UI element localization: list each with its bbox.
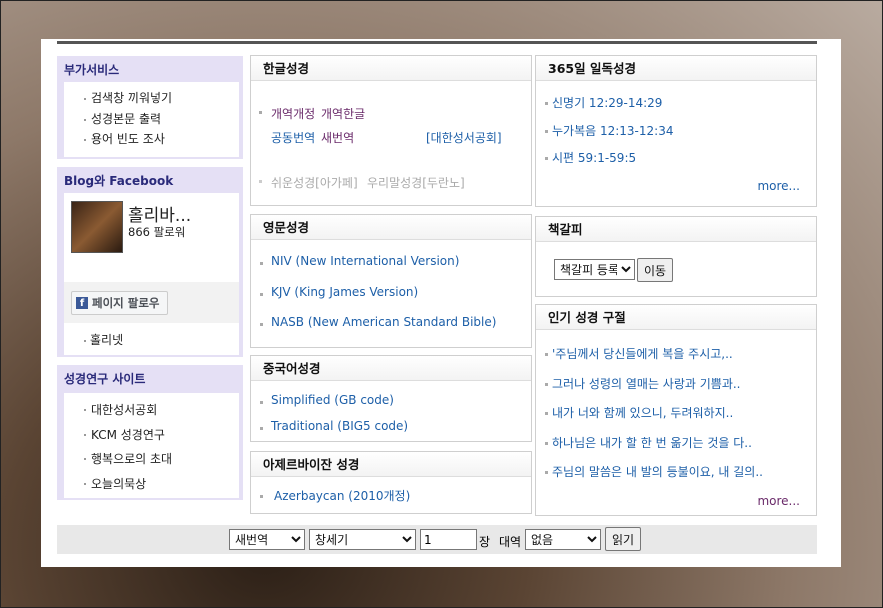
research-item-kcm[interactable]: KCM 성경연구 [64, 424, 239, 449]
blog-facebook-title: Blog와 Facebook [64, 174, 174, 188]
link-kjv[interactable]: KJV (King James Version) [251, 285, 531, 315]
popular-verse-3[interactable]: 내가 너와 함께 있으니, 두려워하지.. [536, 404, 816, 434]
research-sites-title: 성경연구 사이트 [64, 372, 146, 386]
page-avatar[interactable] [71, 201, 123, 253]
facebook-widget: 홀리바... 866 팔로워 [64, 193, 239, 282]
research-item-happiness[interactable]: 행복으로의 초대 [64, 448, 239, 473]
addon-services-box: 부가서비스 검색창 끼워넣기 성경본문 출력 용어 빈도 조사 [57, 56, 243, 159]
compare-select[interactable]: 없음 [525, 529, 601, 550]
bookmark-box: 책갈피 책갈피 등록 이동 [535, 216, 817, 297]
chinese-bible-title: 중국어성경 [251, 356, 531, 381]
daily-reading-more-link[interactable]: more... [757, 179, 800, 193]
addon-item-print[interactable]: 성경본문 출력 [64, 109, 239, 130]
daily-reading-1[interactable]: 신명기 12:29-14:29 [536, 94, 816, 122]
version-select[interactable]: 새번역 [229, 529, 305, 550]
main-panel: 부가서비스 검색창 끼워넣기 성경본문 출력 용어 빈도 조사 Blog와 Fa… [41, 39, 841, 567]
link-nasb[interactable]: NASB (New American Standard Bible) [251, 315, 531, 345]
facebook-icon: f [76, 297, 88, 309]
popular-verses-more-link[interactable]: more... [757, 494, 800, 508]
our-words-bible-label: 우리말성경[두란노] [367, 176, 465, 190]
link-bible-society[interactable]: [대한성서공회] [426, 129, 502, 146]
daily-reading-title: 365일 일독성경 [536, 56, 816, 81]
bottom-navigation-bar: 새번역 창세기 장 대역 없음 읽기 [57, 525, 817, 554]
azerbaijani-bible-box: 아제르바이잔 성경 Azerbaycan (2010개정) [250, 451, 532, 514]
popular-verse-1[interactable]: '주님께서 당신들에게 복을 주시고,.. [536, 345, 816, 375]
daily-reading-2[interactable]: 누가복음 12:13-12:34 [536, 122, 816, 150]
research-item-bible-society[interactable]: 대한성서공회 [64, 399, 239, 424]
popular-verse-2[interactable]: 그러나 성령의 열매는 사랑과 기쁨과.. [536, 375, 816, 405]
english-bible-title: 영문성경 [251, 215, 531, 240]
blog-facebook-box: Blog와 Facebook 홀리바... 866 팔로워 f 페이지 팔로우 … [57, 167, 243, 357]
chinese-bible-box: 중국어성경 Simplified (GB code) Traditional (… [250, 355, 532, 442]
read-button[interactable]: 읽기 [605, 527, 642, 551]
follow-page-button[interactable]: f 페이지 팔로우 [71, 291, 169, 315]
link-simplified[interactable]: Simplified (GB code) [251, 393, 531, 419]
chapter-input[interactable] [420, 529, 477, 550]
follower-count: 866 팔로워 [128, 225, 186, 239]
azerbaijani-bible-title: 아제르바이잔 성경 [251, 452, 531, 477]
link-new-translation[interactable]: 새번역 [321, 129, 354, 146]
book-select[interactable]: 창세기 [309, 529, 416, 550]
page-name[interactable]: 홀리바... [128, 201, 191, 226]
popular-verses-box: 인기 성경 구절 '주님께서 당신들에게 복을 주시고,.. 그러나 성령의 열… [535, 304, 817, 516]
link-common-translation[interactable]: 공동번역 [271, 129, 315, 146]
follow-page-label: 페이지 팔로우 [92, 296, 160, 310]
addon-services-title: 부가서비스 [64, 63, 120, 77]
bookmark-go-button[interactable]: 이동 [637, 258, 674, 282]
popular-verses-title: 인기 성경 구절 [536, 305, 816, 330]
top-divider [57, 41, 817, 44]
english-bible-box: 영문성경 NIV (New International Version) KJV… [250, 214, 532, 348]
link-revised-new[interactable]: 개역개정 [271, 105, 315, 122]
chapter-label: 장 [479, 535, 491, 549]
research-item-meditation[interactable]: 오늘의묵상 [64, 473, 239, 498]
daily-reading-box: 365일 일독성경 신명기 12:29-14:29 누가복음 12:13-12:… [535, 55, 817, 207]
popular-verse-4[interactable]: 하나님은 내가 할 한 번 옮기는 것을 다.. [536, 434, 816, 464]
link-niv[interactable]: NIV (New International Version) [251, 254, 531, 285]
korean-bible-title: 한글성경 [251, 56, 531, 81]
popular-verse-5[interactable]: 주님의 말씀은 내 발의 등불이요, 내 길의.. [536, 463, 816, 493]
korean-bible-box: 한글성경 개역개정 개역한글 공동번역 새번역 [대한성서공회] 쉬운성경[아가… [250, 55, 532, 206]
research-sites-box: 성경연구 사이트 대한성서공회 KCM 성경연구 행복으로의 초대 오늘의묵상 [57, 365, 243, 500]
link-traditional[interactable]: Traditional (BIG5 code) [251, 419, 531, 445]
addon-item-term-frequency[interactable]: 용어 빈도 조사 [64, 129, 239, 150]
bookmark-select[interactable]: 책갈피 등록 [554, 259, 635, 280]
addon-item-search-embed[interactable]: 검색창 끼워넣기 [64, 88, 239, 109]
bookmark-title: 책갈피 [536, 217, 816, 242]
holinet-link[interactable]: 홀리넷 [64, 330, 239, 351]
easy-bible-label: 쉬운성경[아가페] [271, 176, 358, 190]
link-azerbaycan[interactable]: Azerbaycan (2010개정) [251, 487, 531, 504]
link-revised-korean[interactable]: 개역한글 [321, 105, 365, 122]
compare-label: 대역 [499, 535, 522, 549]
daily-reading-3[interactable]: 시편 59:1-59:5 [536, 149, 816, 177]
